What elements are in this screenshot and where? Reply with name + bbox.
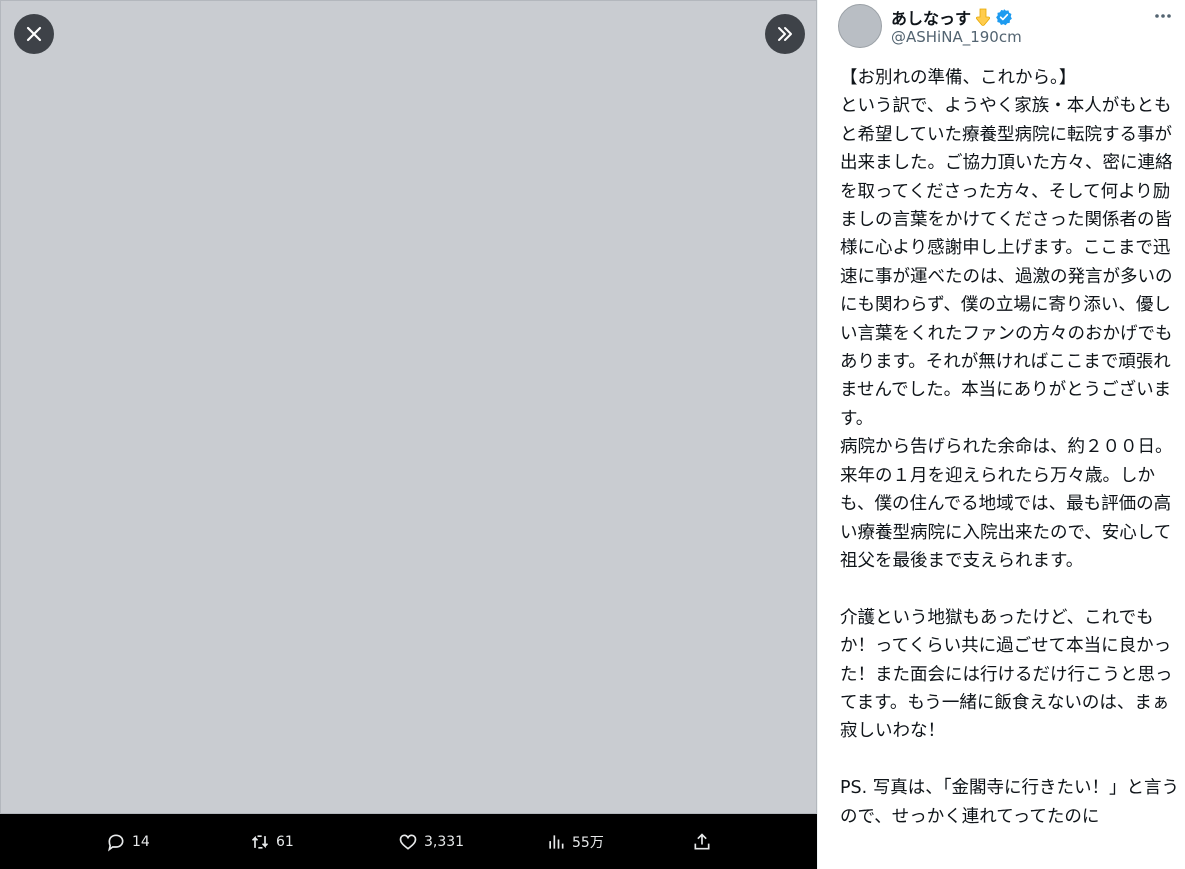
like-count: 3,331 [424, 833, 465, 850]
views-button[interactable]: 55万 [546, 814, 604, 869]
avatar[interactable] [838, 4, 882, 48]
media-viewer: 14 61 3,331 55万 [0, 0, 817, 869]
double-chevron-right-icon [778, 27, 792, 41]
retweet-icon [251, 834, 269, 849]
retweet-count: 61 [276, 833, 294, 850]
bar-chart-icon [549, 834, 564, 849]
share-icon [694, 832, 710, 849]
close-icon [26, 26, 42, 42]
photo [0, 0, 817, 814]
expand-sidebar-button[interactable] [765, 14, 805, 54]
tweet-action-bar: 14 61 3,331 55万 [0, 814, 817, 869]
tweet-text: 【お別れの準備、これから。】 という訳で、ようやく家族・本人がもともと希望してい… [840, 68, 1180, 827]
author-handle[interactable]: @ASHiNA_190cm [891, 28, 1022, 46]
reply-count: 14 [132, 833, 150, 850]
views-count: 55万 [572, 834, 604, 851]
author-name-row: あしなっす [891, 5, 1013, 29]
heart-icon [399, 833, 417, 850]
reply-icon [108, 833, 124, 852]
more-options-button[interactable] [1153, 6, 1173, 31]
tweet-header: あしなっす @ASHiNA_190cm [818, 0, 1185, 60]
close-button[interactable] [14, 14, 54, 54]
verified-badge-icon [996, 9, 1012, 26]
more-horizontal-icon [1155, 14, 1171, 18]
pointing-down-emoji-icon [975, 8, 991, 26]
tweet-detail-sidebar: あしなっす @ASHiNA_190cm 【お別れの準備、これから。】 という訳で… [817, 0, 1185, 869]
share-button[interactable] [692, 814, 712, 869]
like-button[interactable]: 3,331 [398, 814, 464, 869]
retweet-button[interactable]: 61 [250, 814, 294, 869]
reply-button[interactable]: 14 [106, 814, 150, 869]
display-name[interactable]: あしなっす [891, 5, 971, 29]
